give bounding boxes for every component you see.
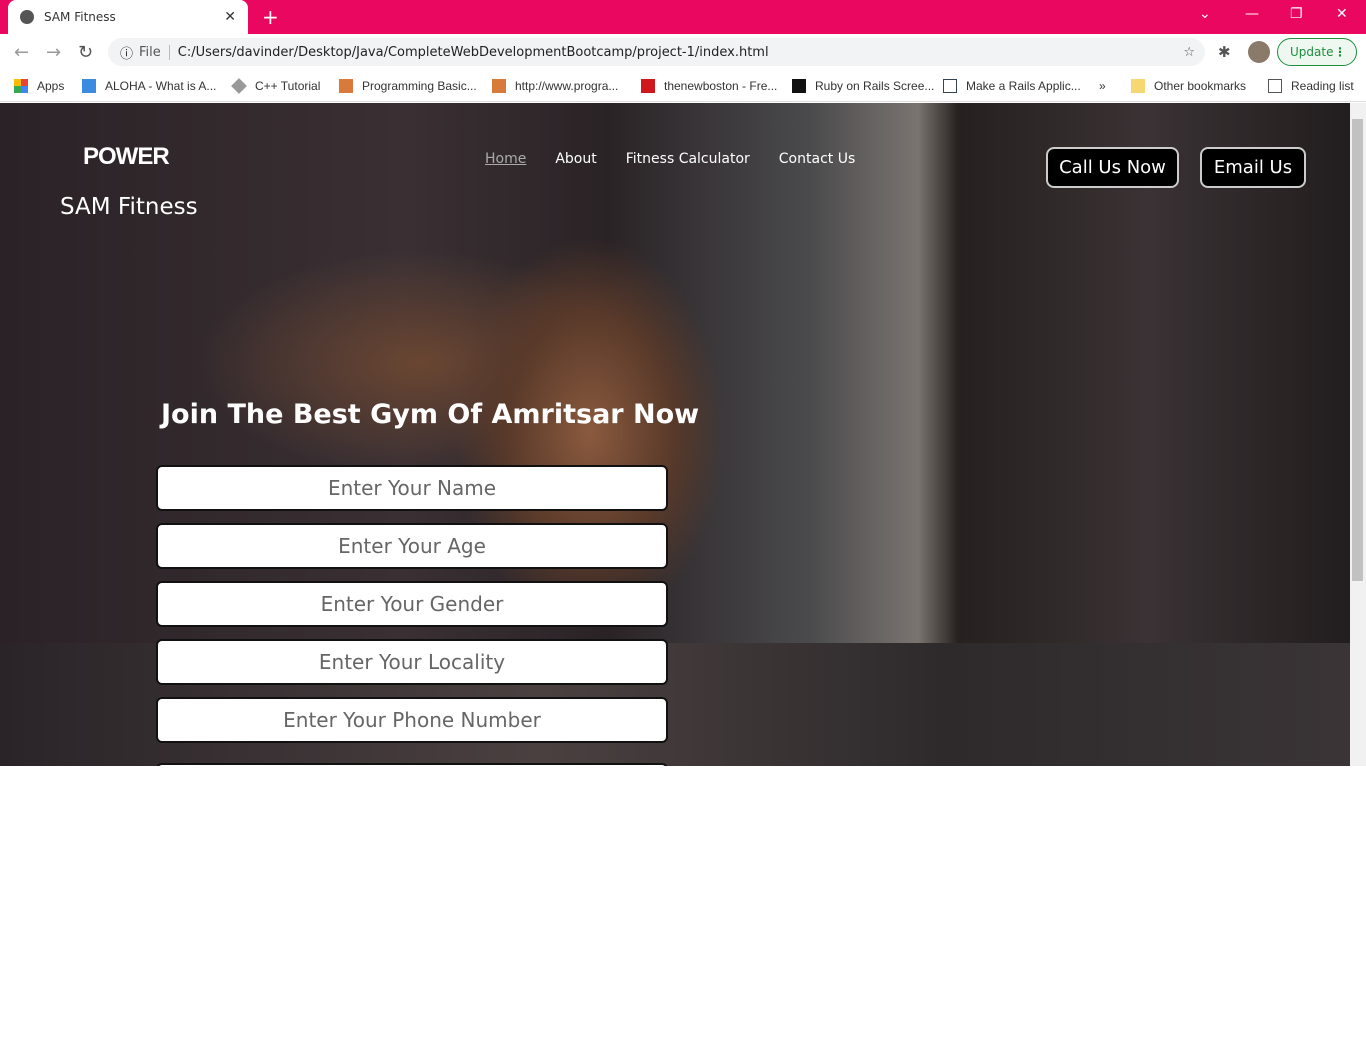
thenewboston-icon	[641, 79, 655, 93]
extensions-icon[interactable]: ✱	[1218, 43, 1231, 61]
url-text[interactable]: C:/Users/davinder/Desktop/Java/CompleteW…	[178, 45, 769, 60]
url-scheme: File	[139, 44, 170, 60]
aloha-icon	[82, 79, 96, 93]
restore-icon[interactable]: ❐	[1290, 6, 1303, 22]
name-input[interactable]	[156, 465, 668, 511]
tab-search-icon[interactable]: ⌄	[1199, 6, 1211, 22]
bookmark[interactable]: thenewboston - Fre...	[641, 70, 777, 102]
bookmark-label: Make a Rails Applic...	[966, 79, 1081, 93]
gender-input[interactable]	[156, 581, 668, 627]
tab-title: SAM Fitness	[44, 10, 116, 24]
bookmark-label: ALOHA - What is A...	[105, 79, 217, 93]
ruby-icon	[792, 79, 806, 93]
nav-home[interactable]: Home	[485, 151, 526, 167]
back-icon[interactable]: ←	[14, 42, 29, 63]
headline: Join The Best Gym Of Amritsar Now	[161, 399, 700, 430]
bookmarks-bar: Apps ALOHA - What is A... C++ Tutorial P…	[0, 70, 1366, 102]
page-icon	[492, 79, 506, 93]
bookmark[interactable]: C++ Tutorial	[231, 70, 321, 102]
bookmark-label: Reading list	[1291, 79, 1354, 93]
bookmark[interactable]: Make a Rails Applic...	[943, 70, 1081, 102]
nav-about[interactable]: About	[555, 151, 596, 167]
main-nav: Home About Fitness Calculator Contact Us	[485, 151, 855, 167]
menu-icon: ⋮	[1334, 45, 1346, 59]
update-button[interactable]: Update ⋮	[1277, 38, 1357, 66]
reading-list[interactable]: Reading list	[1268, 70, 1354, 102]
email-us-button[interactable]: Email Us	[1200, 147, 1306, 188]
close-tab-icon[interactable]: ✕	[224, 9, 236, 25]
update-label: Update	[1290, 45, 1334, 59]
call-us-button[interactable]: Call Us Now	[1046, 147, 1179, 188]
nav-contact-us[interactable]: Contact Us	[779, 151, 855, 167]
forward-icon[interactable]: →	[46, 42, 61, 63]
bookmark[interactable]: Ruby on Rails Scree...	[792, 70, 934, 102]
bookmark-label: Apps	[37, 79, 65, 93]
bookmark-label: C++ Tutorial	[255, 79, 321, 93]
avatar[interactable]	[1248, 41, 1270, 63]
tab-strip: SAM Fitness ✕ + ⌄ — ❐ ✕	[0, 0, 1366, 34]
age-input[interactable]	[156, 523, 668, 569]
close-window-icon[interactable]: ✕	[1336, 6, 1348, 22]
more-label: »	[1099, 79, 1106, 93]
bookmark-label: Other bookmarks	[1154, 79, 1247, 93]
reading-list-icon	[1268, 79, 1282, 93]
scrollbar[interactable]	[1350, 103, 1366, 766]
address-bar[interactable]: ⓘ File C:/Users/davinder/Desktop/Java/Co…	[108, 38, 1205, 66]
bookmark[interactable]: ALOHA - What is A...	[82, 70, 216, 102]
bookmark-label: Programming Basic...	[362, 79, 477, 93]
globe-icon	[20, 10, 34, 24]
bookmark-label: Ruby on Rails Scree...	[815, 79, 935, 93]
next-form-field[interactable]	[156, 763, 668, 766]
bookmark-label: http://www.progra...	[515, 79, 619, 93]
bookmark-label: thenewboston - Fre...	[664, 79, 778, 93]
bookmark[interactable]: Programming Basic...	[339, 70, 477, 102]
cpp-icon	[231, 78, 247, 94]
minimize-icon[interactable]: —	[1245, 6, 1259, 22]
locality-input[interactable]	[156, 639, 668, 685]
logo[interactable]: POWER	[83, 143, 170, 171]
brand-name: SAM Fitness	[60, 194, 198, 220]
info-icon: ⓘ	[120, 46, 134, 62]
folder-icon	[1131, 79, 1145, 93]
page-viewport: POWER SAM Fitness Home About Fitness Cal…	[0, 103, 1350, 766]
reload-icon[interactable]: ↻	[78, 42, 93, 63]
new-tab-icon[interactable]: +	[262, 5, 279, 29]
other-bookmarks[interactable]: Other bookmarks	[1131, 70, 1246, 102]
more-bookmarks[interactable]: »	[1099, 70, 1106, 102]
rails-icon	[943, 79, 957, 93]
browser-tab[interactable]: SAM Fitness ✕	[8, 0, 248, 34]
bookmark-apps[interactable]: Apps	[14, 70, 64, 102]
bookmark-star-icon[interactable]: ☆	[1183, 45, 1195, 60]
apps-icon	[14, 79, 28, 93]
page-icon	[339, 79, 353, 93]
phone-input[interactable]	[156, 697, 668, 743]
bookmark[interactable]: http://www.progra...	[492, 70, 618, 102]
nav-fitness-calculator[interactable]: Fitness Calculator	[626, 151, 750, 167]
scrollbar-thumb[interactable]	[1352, 119, 1363, 581]
